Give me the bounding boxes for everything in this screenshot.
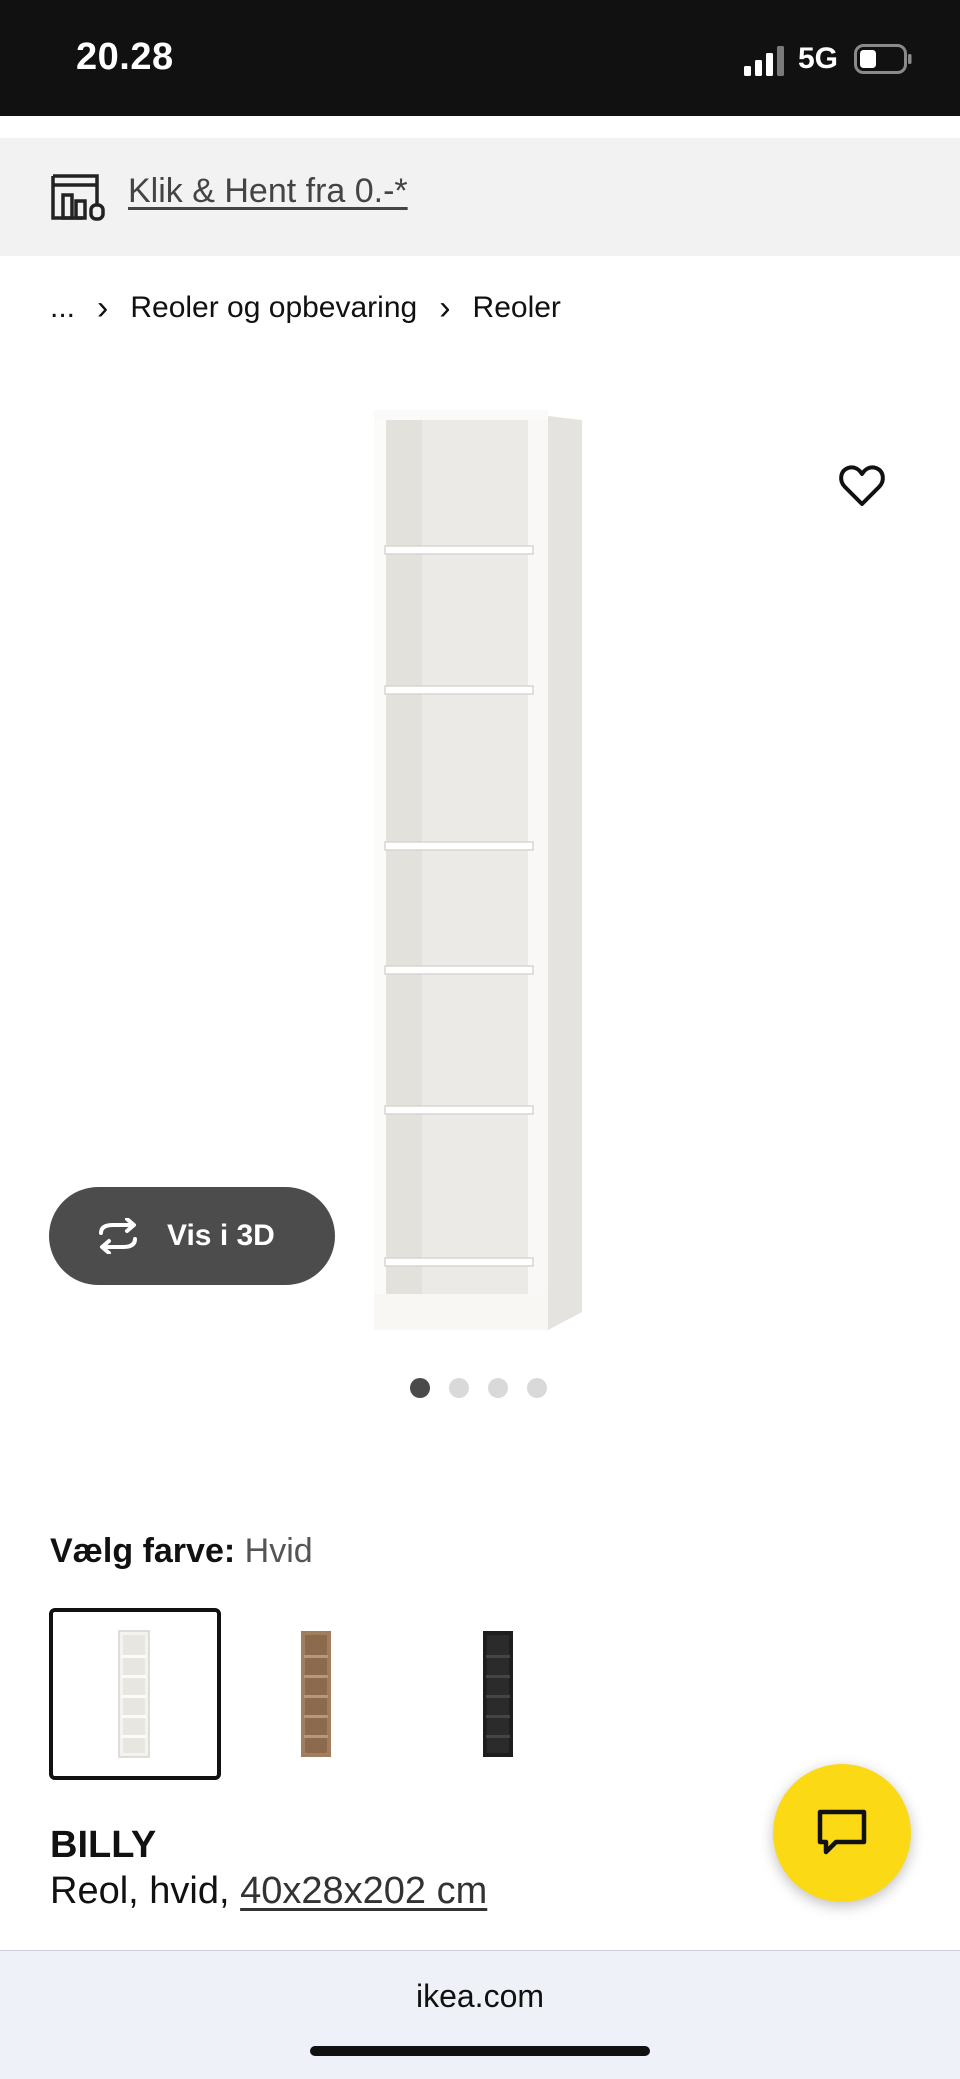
rotate-3d-icon xyxy=(99,1218,137,1254)
click-collect-link[interactable]: Klik & Hent fra 0.-* xyxy=(128,172,408,211)
color-swatch-white[interactable] xyxy=(49,1608,221,1780)
color-label: Vælg farve: xyxy=(50,1532,236,1570)
chat-bubble-icon xyxy=(817,1809,867,1855)
gallery-dot[interactable] xyxy=(410,1378,430,1398)
breadcrumb-ellipsis[interactable]: ... xyxy=(50,291,75,325)
product-description: Reol, hvid, 40x28x202 cm xyxy=(50,1870,487,1913)
chat-button[interactable] xyxy=(773,1764,911,1902)
gallery-pagination xyxy=(410,1378,547,1398)
network-type: 5G xyxy=(798,42,839,75)
product-image[interactable] xyxy=(370,406,590,1330)
bookcase-white-thumbnail xyxy=(118,1630,150,1758)
product-type: Reol, hvid, xyxy=(50,1870,230,1912)
url-text[interactable]: ikea.com xyxy=(0,1978,960,2015)
view-3d-button[interactable]: Vis i 3D xyxy=(49,1187,335,1285)
store-pickup-icon xyxy=(51,174,105,221)
signal-icon xyxy=(744,46,784,76)
product-dimensions-link[interactable]: 40x28x202 cm xyxy=(240,1870,487,1912)
color-swatch-oak[interactable] xyxy=(231,1608,403,1780)
chevron-right-icon: › xyxy=(97,288,109,327)
battery-icon xyxy=(854,44,912,74)
heart-icon[interactable] xyxy=(838,464,886,508)
bookcase-oak-thumbnail xyxy=(301,1631,331,1757)
bookcase-black-thumbnail xyxy=(483,1631,513,1757)
home-indicator xyxy=(310,2046,650,2056)
breadcrumb: ... › Reoler og opbevaring › Reoler xyxy=(50,288,561,328)
breadcrumb-item-storage[interactable]: Reoler og opbevaring xyxy=(130,291,417,325)
chevron-right-icon: › xyxy=(439,288,451,327)
breadcrumb-item-bookcases[interactable]: Reoler xyxy=(473,291,561,325)
selected-color: Hvid xyxy=(244,1532,313,1570)
gallery-dot[interactable] xyxy=(449,1378,469,1398)
gallery-dot[interactable] xyxy=(488,1378,508,1398)
product-name: BILLY xyxy=(50,1824,157,1866)
view-3d-label: Vis i 3D xyxy=(167,1219,275,1252)
gallery-dot[interactable] xyxy=(527,1378,547,1398)
color-swatch-black[interactable] xyxy=(413,1608,585,1780)
status-time: 20.28 xyxy=(76,36,174,78)
color-selector-label: Vælg farve: Hvid xyxy=(50,1532,313,1571)
